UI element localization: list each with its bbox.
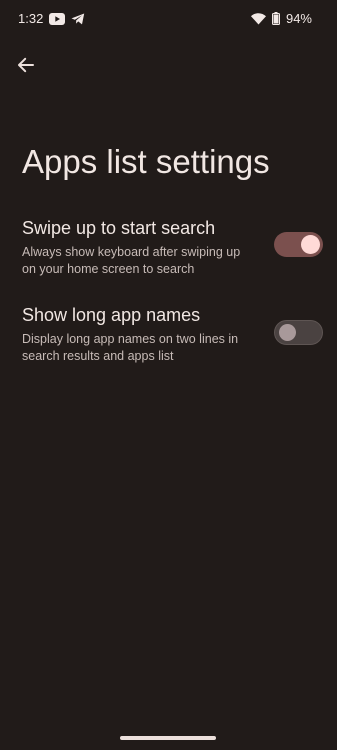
setting-title: Show long app names xyxy=(22,305,201,325)
setting-swipe-up-to-search[interactable]: Swipe up to start search Always show key… xyxy=(0,216,337,288)
setting-description: Always show keyboard after swiping up on… xyxy=(22,245,241,276)
youtube-icon xyxy=(49,12,66,25)
status-time: 1:32 xyxy=(18,11,44,26)
page-title: Apps list settings xyxy=(22,143,270,180)
setting-title: Swipe up to start search xyxy=(22,218,216,238)
setting-description: Display long app names on two lines in s… xyxy=(22,332,239,363)
telegram-icon xyxy=(71,13,85,25)
toggle-thumb xyxy=(301,235,320,254)
arrow-back-icon xyxy=(14,53,38,77)
battery-icon xyxy=(271,12,280,25)
toggle-show-long-app-names[interactable] xyxy=(274,320,323,345)
battery-percent: 94% xyxy=(285,11,312,26)
toggle-thumb xyxy=(279,324,296,341)
status-bar: 1:32 94% xyxy=(0,0,337,38)
toggle-swipe-up-to-search[interactable] xyxy=(274,232,323,257)
status-right: 94% xyxy=(250,11,312,26)
setting-show-long-app-names[interactable]: Show long app names Display long app nam… xyxy=(0,303,337,375)
status-left: 1:32 xyxy=(18,11,85,26)
gesture-navigation-bar[interactable] xyxy=(120,736,216,740)
wifi-icon xyxy=(250,12,266,25)
back-button[interactable] xyxy=(14,53,38,77)
